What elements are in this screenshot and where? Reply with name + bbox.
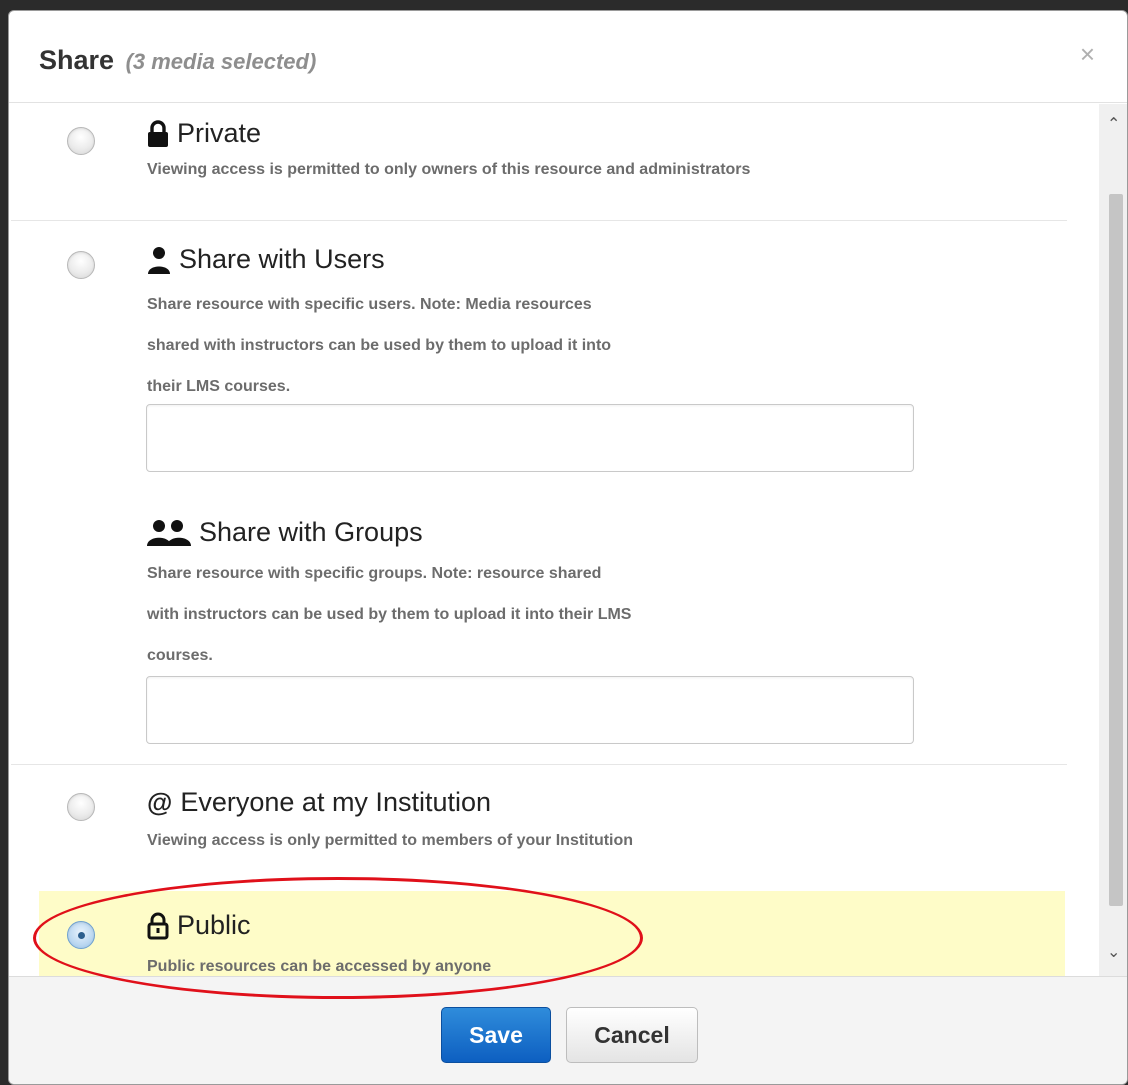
at-icon: @: [147, 787, 173, 817]
option-users-label: Share with Users: [179, 244, 385, 274]
share-options-panel: Private Viewing access is permitted to o…: [9, 104, 1127, 976]
option-institution-description: Viewing access is only permitted to memb…: [147, 832, 634, 849]
radio-share-users[interactable]: [67, 251, 95, 279]
close-icon[interactable]: ×: [1080, 39, 1095, 70]
radio-public[interactable]: [67, 921, 95, 949]
scrollbar[interactable]: ⌃ ⌄: [1099, 104, 1127, 976]
option-private-label: Private: [177, 118, 262, 148]
option-private-description: Viewing access is permitted to only owne…: [147, 161, 751, 178]
option-groups-description-1: Share resource with specific groups. Not…: [147, 565, 602, 582]
option-institution-label: Everyone at my Institution: [180, 787, 492, 817]
groups-input[interactable]: [146, 676, 914, 744]
user-icon: [147, 246, 171, 274]
option-users-description-2: shared with instructors can be used by t…: [147, 337, 612, 354]
users-input[interactable]: [146, 404, 914, 472]
option-users-title: Share with Users: [147, 244, 385, 275]
divider: [11, 220, 1067, 221]
share-dialog: Share (3 media selected) × Private Viewi…: [8, 10, 1128, 1085]
group-icon: [147, 519, 191, 547]
option-groups-label: Share with Groups: [199, 517, 423, 547]
option-users-description-3: their LMS courses.: [147, 378, 291, 395]
dialog-footer: Save Cancel: [9, 976, 1127, 1084]
dialog-title-text: Share: [39, 45, 115, 75]
dialog-subtitle: (3 media selected): [125, 49, 317, 74]
option-groups-description-2: with instructors can be used by them to …: [147, 606, 632, 623]
option-public-title: Public: [147, 910, 251, 941]
save-button[interactable]: Save: [441, 1007, 551, 1063]
option-private-title: Private: [147, 118, 261, 149]
option-groups-title: Share with Groups: [147, 517, 423, 548]
option-institution-title: @ Everyone at my Institution: [147, 787, 491, 818]
dialog-header: Share (3 media selected) ×: [9, 11, 1127, 103]
option-users-description-1: Share resource with specific users. Note…: [147, 296, 592, 313]
divider: [11, 764, 1067, 765]
option-public-description: Public resources can be accessed by anyo…: [147, 958, 492, 975]
dialog-title: Share (3 media selected): [39, 45, 316, 76]
radio-private[interactable]: [67, 127, 95, 155]
scroll-up-icon[interactable]: ⌃: [1107, 114, 1120, 134]
cancel-button[interactable]: Cancel: [566, 1007, 698, 1063]
unlock-icon: [147, 912, 169, 940]
scroll-thumb[interactable]: [1109, 194, 1123, 906]
option-public-label: Public: [177, 910, 251, 940]
radio-institution[interactable]: [67, 793, 95, 821]
scroll-down-icon[interactable]: ⌄: [1107, 942, 1120, 962]
option-groups-description-3: courses.: [147, 647, 213, 664]
lock-icon: [147, 119, 169, 148]
